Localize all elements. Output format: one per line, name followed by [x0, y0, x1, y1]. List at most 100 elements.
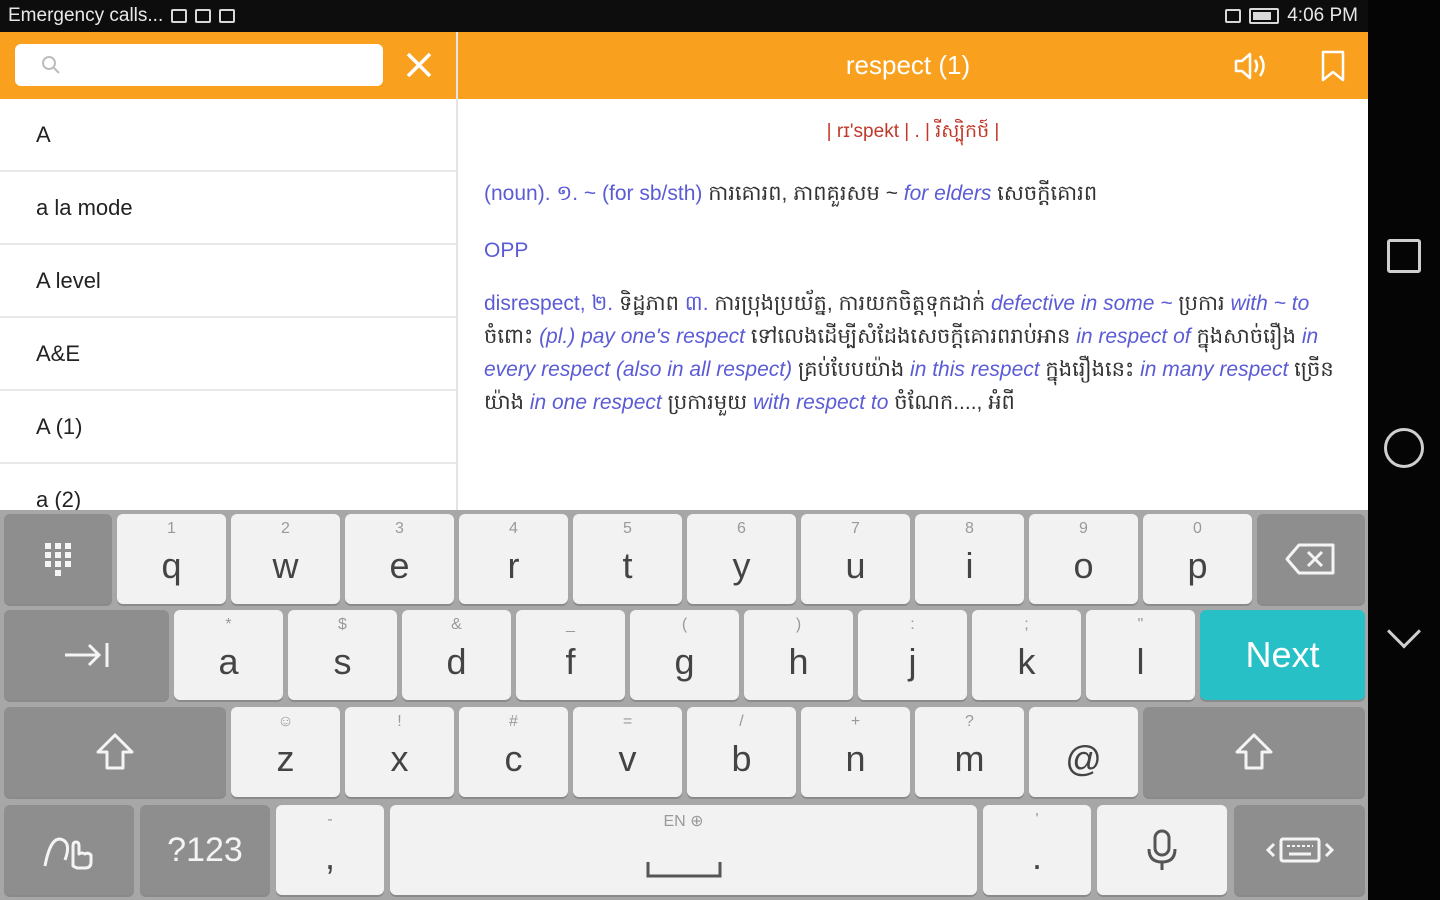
key-b[interactable]: / b	[687, 707, 796, 797]
key-s[interactable]: $ s	[288, 610, 397, 700]
key-z[interactable]: ☺ z	[231, 707, 340, 797]
key-hint: 5	[623, 520, 632, 537]
speaker-icon[interactable]	[1232, 50, 1268, 82]
key-v[interactable]: = v	[573, 707, 682, 797]
backspace-key[interactable]	[1257, 514, 1365, 604]
chevron-down-icon	[1387, 614, 1421, 649]
key-label: t	[622, 545, 633, 586]
example-link[interactable]: for elders	[904, 182, 992, 205]
message-icon	[171, 9, 188, 23]
shift-key-right[interactable]	[1143, 707, 1365, 797]
key-w[interactable]: 2w	[231, 514, 340, 604]
shift-key-left[interactable]	[4, 707, 226, 797]
key-f[interactable]: _ f	[516, 610, 625, 700]
example-link[interactable]: in respect of	[1076, 325, 1190, 348]
example-link[interactable]: with ~ to	[1230, 292, 1309, 315]
key-h[interactable]: ) h	[744, 610, 853, 700]
key-hint: *	[225, 616, 232, 633]
list-item[interactable]: A level	[0, 245, 456, 318]
definition-body: disrespect, ២. ទិដ្ឋភាព ៣. ការប្រុងប្រយ័…	[484, 287, 1342, 419]
def-text: ៣.	[684, 292, 715, 315]
key-q[interactable]: 1q	[117, 514, 226, 604]
dictionary-app: respect (1) A a la mode A level A&E A (1…	[0, 32, 1368, 510]
search-input[interactable]	[75, 52, 375, 78]
close-icon[interactable]	[402, 48, 436, 82]
key-hint: _	[566, 616, 575, 633]
tab-key[interactable]	[4, 610, 169, 700]
key-x[interactable]: ! x	[345, 707, 454, 797]
swipe-gesture-icon	[43, 837, 93, 870]
symbols-key[interactable]: ?123	[140, 805, 270, 895]
list-item[interactable]: A (1)	[0, 391, 456, 464]
example-link[interactable]: (pl.) pay one's respect	[539, 325, 745, 348]
gesture-key[interactable]	[4, 805, 134, 895]
key-label: r	[507, 545, 520, 586]
key-hint: =	[622, 713, 633, 730]
key-label: .	[1031, 836, 1042, 877]
key-hint: "	[1137, 616, 1144, 633]
key-m[interactable]: ? m	[915, 707, 1024, 797]
key-g[interactable]: (g	[630, 610, 739, 700]
clock: 4:06 PM	[1287, 5, 1358, 26]
microphone-icon	[1147, 829, 1177, 870]
key-j[interactable]: :j	[858, 610, 967, 700]
next-button[interactable]: Next	[1200, 610, 1365, 700]
key-label: z	[276, 738, 295, 779]
space-key[interactable]: EN ⊕	[390, 805, 977, 895]
bookmark-icon[interactable]	[1320, 50, 1346, 82]
key-y[interactable]: 6y	[687, 514, 796, 604]
example-link[interactable]: defective in some ~	[991, 292, 1173, 315]
image-icon	[219, 9, 236, 23]
example-link[interactable]: in many respect	[1140, 358, 1288, 381]
key-hint: 7	[851, 520, 860, 537]
keyboard-hide-key[interactable]	[1234, 805, 1365, 895]
key-at[interactable]: @	[1029, 707, 1138, 797]
key-label: s	[333, 641, 352, 682]
key-k[interactable]: ; k	[972, 610, 1081, 700]
list-item[interactable]: A&E	[0, 318, 456, 391]
back-button[interactable]	[1384, 614, 1424, 660]
key-c[interactable]: # c	[459, 707, 568, 797]
key-hint: 0	[1193, 520, 1202, 537]
keypad-toggle-key[interactable]	[4, 514, 112, 604]
def-text: ប្រការមួយ	[661, 391, 753, 414]
list-item[interactable]: A	[0, 99, 456, 172]
carrier-text: Emergency calls...	[8, 5, 164, 26]
example-link[interactable]: in this respect	[910, 358, 1040, 381]
key-i[interactable]: 8i	[915, 514, 1024, 604]
key-label: h	[788, 641, 809, 682]
entry-title: respect (1)	[845, 50, 971, 80]
list-item[interactable]: a la mode	[0, 172, 456, 245]
def-text: disrespect, ២.	[484, 292, 619, 315]
key-e[interactable]: 3e	[345, 514, 454, 604]
def-text: ក្នុងរឿងនេះ	[1039, 358, 1141, 381]
key-hint: 4	[509, 520, 518, 537]
example-link[interactable]: with respect to	[753, 391, 888, 414]
comma-key[interactable]: -,	[276, 805, 384, 895]
microphone-key[interactable]	[1097, 805, 1227, 895]
key-n[interactable]: + n	[801, 707, 910, 797]
list-item[interactable]: a (2)	[0, 464, 456, 511]
key-d[interactable]: & d	[402, 610, 511, 700]
key-u[interactable]: 7u	[801, 514, 910, 604]
key-l[interactable]: " l	[1086, 610, 1195, 700]
example-link[interactable]: in one respect	[530, 391, 662, 414]
key-hint: +	[850, 713, 861, 730]
system-nav-bar	[1368, 0, 1440, 900]
home-button[interactable]	[1384, 428, 1424, 468]
key-hint: '	[1035, 811, 1039, 828]
backspace-icon	[1285, 543, 1335, 575]
search-box[interactable]	[15, 44, 383, 86]
key-o[interactable]: 9o	[1029, 514, 1138, 604]
key-hint: #	[509, 713, 518, 730]
key-p[interactable]: 0p	[1143, 514, 1252, 604]
period-key[interactable]: '.	[983, 805, 1091, 895]
recents-button[interactable]	[1384, 236, 1424, 276]
key-t[interactable]: 5t	[573, 514, 682, 604]
key-r[interactable]: 4r	[459, 514, 568, 604]
pronunciation: | rɪ'spekt | . | រីស្ប៉ិកថ៍ |	[826, 121, 1000, 142]
language-hint: EN ⊕	[663, 813, 704, 830]
key-label: y	[732, 545, 751, 586]
key-a[interactable]: * a	[174, 610, 283, 700]
key-label: u	[845, 545, 866, 586]
